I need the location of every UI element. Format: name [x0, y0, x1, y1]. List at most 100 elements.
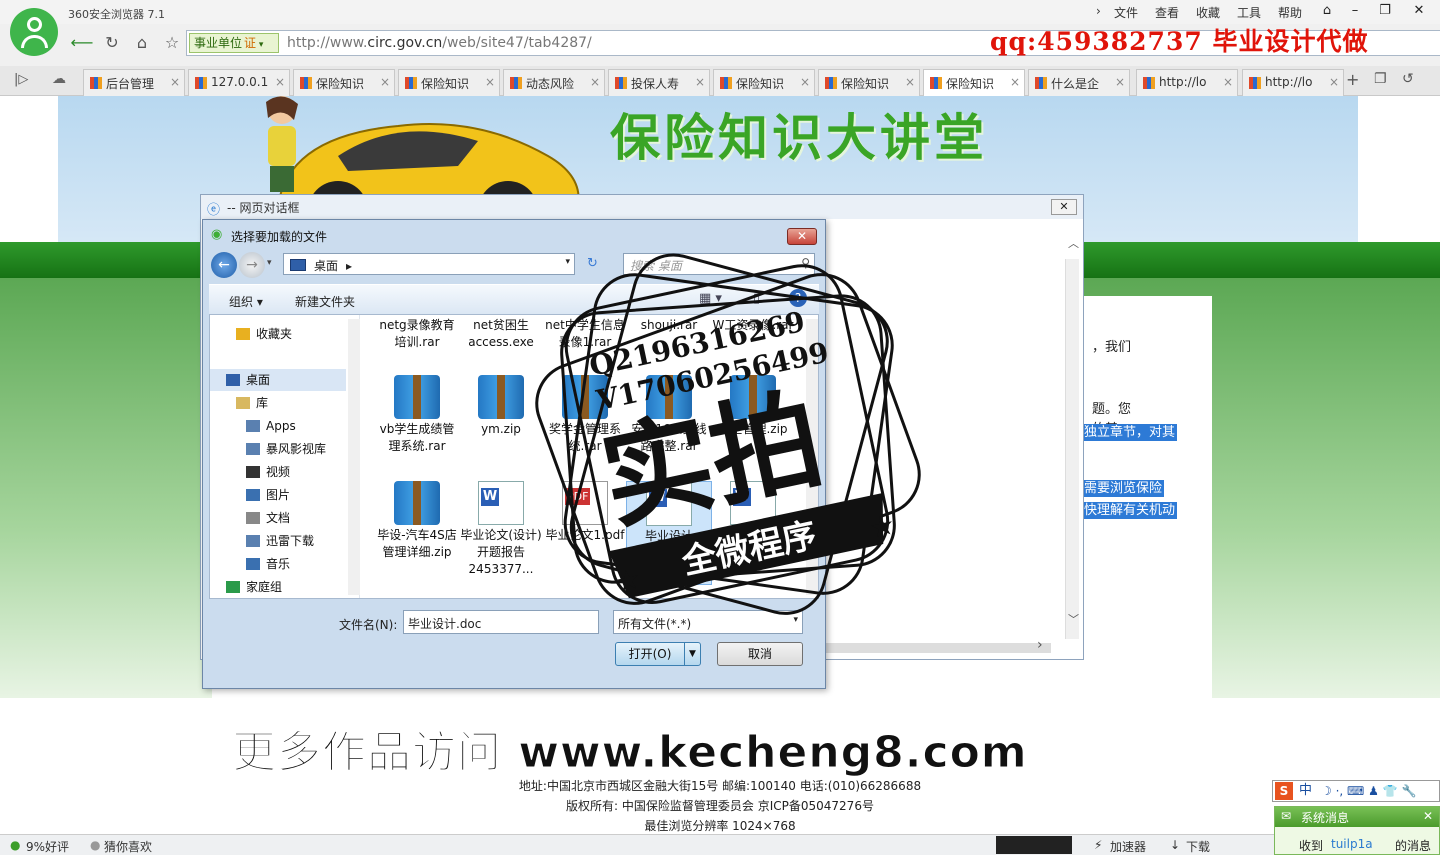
- chevron-right-icon[interactable]: ›: [1096, 4, 1101, 18]
- refresh-icon[interactable]: ↻: [587, 256, 598, 271]
- chevron-down-icon[interactable]: ▼: [684, 643, 700, 665]
- browser-tab[interactable]: 保险知识 ×: [293, 69, 395, 96]
- accelerator-text[interactable]: 加速器: [1110, 838, 1146, 855]
- browser-tab[interactable]: 127.0.0.1 ×: [188, 69, 290, 96]
- nav-item[interactable]: 暴风影视库: [210, 438, 346, 460]
- browser-tab[interactable]: 什么是企 ×: [1028, 69, 1130, 96]
- nav-item[interactable]: 库: [210, 392, 346, 414]
- nav-item[interactable]: Apps: [210, 415, 346, 437]
- organize-button[interactable]: 组织 ▾: [229, 293, 263, 310]
- file-item[interactable]: 毕设-汽车4S店管理详细.zip: [374, 481, 460, 585]
- rating-text[interactable]: 9%好评: [26, 838, 69, 855]
- path-breadcrumb[interactable]: 桌面 ▸ ▾: [283, 253, 575, 275]
- close-icon[interactable]: ✕: [1423, 809, 1433, 823]
- tab-close-icon[interactable]: ×: [275, 75, 285, 89]
- cloud-icon[interactable]: ☁: [52, 71, 66, 87]
- star-icon[interactable]: ☆: [160, 32, 184, 54]
- tab-close-icon[interactable]: ×: [1223, 75, 1233, 89]
- file-item[interactable]: vb学生成绩管理系统.rar: [374, 375, 460, 479]
- chevron-up-icon[interactable]: ︿: [1068, 235, 1079, 251]
- filetype-select[interactable]: 所有文件(*.*) ▾: [613, 610, 803, 634]
- file-item[interactable]: 6380453 8.docx: [710, 481, 796, 585]
- tab-close-icon[interactable]: ×: [380, 75, 390, 89]
- tab-close-icon[interactable]: ×: [1329, 75, 1339, 89]
- open-button[interactable]: 打开(O) ▼: [615, 642, 701, 666]
- tab-close-icon[interactable]: ×: [170, 75, 180, 89]
- sidebar-toggle-icon[interactable]: |▷: [14, 72, 28, 87]
- tab-close-icon[interactable]: ×: [1115, 75, 1125, 89]
- tab-close-icon[interactable]: ×: [695, 75, 705, 89]
- file-item[interactable]: 毕业论文1.pdf: [542, 481, 628, 585]
- browser-tab[interactable]: 投保人寿 ×: [608, 69, 710, 96]
- system-message-popup[interactable]: ✉ 系统消息 ✕ 收到 tuilp1a 的消息: [1274, 806, 1440, 855]
- browser-tab[interactable]: 动态风险 ×: [503, 69, 605, 96]
- download-text[interactable]: 下载: [1186, 838, 1210, 855]
- file-item[interactable]: 安全16公交线路完整.rar: [626, 375, 712, 479]
- chevron-right-icon[interactable]: ▸: [346, 259, 352, 273]
- guess-text[interactable]: 猜你喜欢: [104, 838, 152, 855]
- nav-item[interactable]: 文档: [210, 507, 346, 529]
- file-item[interactable]: 奖学金管理系统.rar: [542, 375, 628, 479]
- nav-item[interactable]: 迅雷下载: [210, 530, 346, 552]
- chevron-down-icon[interactable]: ▾: [267, 258, 272, 268]
- menu-help[interactable]: 帮助: [1278, 4, 1302, 21]
- chevron-down-icon[interactable]: ▾: [565, 257, 570, 267]
- help-icon[interactable]: ?: [789, 289, 807, 307]
- back-icon[interactable]: ←: [211, 252, 237, 278]
- view-options-icon[interactable]: ▦ ▾: [699, 291, 722, 306]
- horizontal-scrollbar[interactable]: [821, 643, 1051, 653]
- ime-tools-icon[interactable]: ☽ ·, ⌨ ♟ 👕 🔧: [1321, 781, 1416, 801]
- ime-toolbar[interactable]: S 中 ☽ ·, ⌨ ♟ 👕 🔧: [1272, 780, 1440, 802]
- sysmsg-user[interactable]: tuilp1a: [1331, 837, 1373, 851]
- home-icon[interactable]: ⌂: [130, 32, 154, 54]
- nav-item[interactable]: 桌面: [210, 369, 346, 391]
- nav-item[interactable]: 收藏夹: [210, 323, 346, 345]
- site-verification-tag[interactable]: 事业单位证 ▾: [189, 33, 279, 53]
- new-tab-button[interactable]: +: [1346, 70, 1359, 89]
- menu-favorites[interactable]: 收藏: [1196, 4, 1220, 21]
- undo-close-icon[interactable]: ↺: [1402, 71, 1414, 87]
- menu-tools[interactable]: 工具: [1237, 4, 1261, 21]
- chevron-down-icon[interactable]: ﹀: [1068, 611, 1079, 627]
- nav-item[interactable]: 家庭组: [210, 576, 346, 598]
- file-item[interactable]: 毕业论文(设计)开题报告2453377...: [458, 481, 544, 585]
- filename-input[interactable]: 毕业设计.doc: [403, 610, 599, 634]
- cancel-button[interactable]: 取消: [717, 642, 803, 666]
- back-icon[interactable]: ⟵: [70, 32, 94, 54]
- menu-file[interactable]: 文件: [1114, 4, 1138, 21]
- url-text[interactable]: http://www.circ.gov.cn/web/site47/tab428…: [287, 35, 592, 51]
- browser-logo-icon[interactable]: [10, 8, 58, 56]
- browser-tab[interactable]: 保险知识 ×: [398, 69, 500, 96]
- nav-item[interactable]: 视频: [210, 461, 346, 483]
- maximize-button[interactable]: ❐: [1374, 2, 1396, 20]
- file-list-scrollbar[interactable]: [806, 319, 818, 595]
- refresh-icon[interactable]: ↻: [100, 32, 124, 54]
- path-segment[interactable]: 桌面: [314, 259, 338, 273]
- tab-close-icon[interactable]: ×: [800, 75, 810, 89]
- tab-list-icon[interactable]: ❐: [1374, 71, 1387, 87]
- tab-close-icon[interactable]: ×: [485, 75, 495, 89]
- file-item[interactable]: ym.zip: [458, 375, 544, 479]
- file-dialog-close-button[interactable]: ✕: [787, 228, 817, 245]
- browser-tab[interactable]: 保险知识 ×: [818, 69, 920, 96]
- search-input[interactable]: 搜索 桌面 ⚲: [623, 253, 815, 275]
- web-dialog-scrollbar[interactable]: [1065, 259, 1079, 639]
- nav-scrollbar[interactable]: [348, 319, 360, 595]
- tab-close-icon[interactable]: ×: [905, 75, 915, 89]
- file-item[interactable]: 毕业设计: [626, 481, 712, 585]
- web-dialog-close-button[interactable]: ✕: [1051, 199, 1077, 215]
- tray-icons[interactable]: [996, 836, 1072, 854]
- forward-icon[interactable]: →: [239, 252, 265, 278]
- file-item[interactable]: 安全管理.zip: [710, 375, 796, 479]
- tab-close-icon[interactable]: ×: [1010, 75, 1020, 89]
- nav-item[interactable]: 图片: [210, 484, 346, 506]
- chevron-right-icon[interactable]: ›: [1037, 637, 1043, 653]
- browser-tab[interactable]: http://lo ×: [1242, 69, 1344, 96]
- minimize-button[interactable]: –: [1344, 2, 1366, 20]
- browser-tab[interactable]: 保险知识 ×: [923, 69, 1025, 96]
- nav-item[interactable]: 音乐: [210, 553, 346, 575]
- new-folder-button[interactable]: 新建文件夹: [295, 293, 355, 310]
- menu-view[interactable]: 查看: [1155, 4, 1179, 21]
- browser-tab[interactable]: 后台管理 ×: [83, 69, 185, 96]
- skin-icon[interactable]: ⌂: [1316, 2, 1338, 20]
